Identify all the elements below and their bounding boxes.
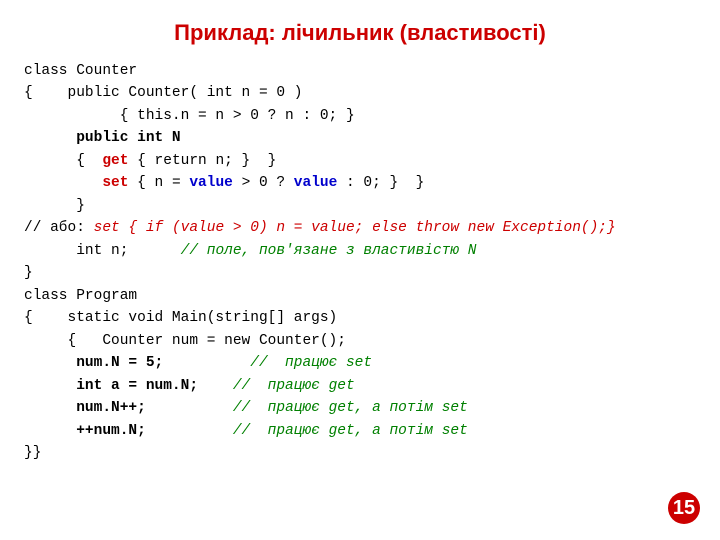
page-number: 15 xyxy=(668,492,700,524)
code-line: { get { return n; } } xyxy=(24,150,696,172)
code-line: } xyxy=(24,262,696,284)
code-token: class Program xyxy=(24,285,137,307)
code-token: // працює get xyxy=(198,375,355,397)
code-token: } xyxy=(24,262,33,284)
code-line: { public Counter( int n = 0 ) xyxy=(24,82,696,104)
code-line: { this.n = n > 0 ? n : 0; } xyxy=(24,105,696,127)
code-token xyxy=(24,420,76,442)
code-token: set xyxy=(102,172,128,194)
code-token: int n; xyxy=(24,240,181,262)
code-token xyxy=(24,352,76,374)
slide-title: Приклад: лічильник (властивості) xyxy=(24,20,696,46)
code-token: > 0 ? xyxy=(233,172,294,194)
code-token: set xyxy=(94,217,120,239)
code-line: num.N = 5; // працює set xyxy=(24,352,696,374)
code-token: // xyxy=(181,240,198,262)
code-line: public int N xyxy=(24,127,696,149)
code-token: { this.n = n > 0 ? n : 0; } xyxy=(24,105,355,127)
code-token: }} xyxy=(24,442,41,464)
code-token: поле, пов'язане з властивістю N xyxy=(198,240,476,262)
code-token: { public Counter( int n = 0 ) xyxy=(24,82,302,104)
code-token: num.N = 5; xyxy=(76,352,163,374)
code-token: : 0; } xyxy=(337,172,398,194)
code-line: { static void Main(string[] args) xyxy=(24,307,696,329)
code-token: ++num.N; xyxy=(76,420,146,442)
code-token: // або: xyxy=(24,217,94,239)
code-token xyxy=(24,172,102,194)
code-line: } xyxy=(24,195,696,217)
code-token: } xyxy=(24,195,85,217)
code-token: { return n; } xyxy=(128,150,250,172)
code-line: ++num.N; // працює get, а потім set xyxy=(24,420,696,442)
code-token: { if (value > 0) n = value; else throw n… xyxy=(120,217,616,239)
code-token xyxy=(24,397,76,419)
code-token: { xyxy=(24,150,102,172)
code-line: num.N++; // працює get, а потім set xyxy=(24,397,696,419)
code-token: class Counter xyxy=(24,60,137,82)
code-token: // працює set xyxy=(163,352,372,374)
code-token: } xyxy=(250,150,276,172)
code-token: // працює get, а потім set xyxy=(146,420,468,442)
code-token xyxy=(24,127,76,149)
code-area: class Counter{ public Counter( int n = 0… xyxy=(24,60,696,464)
code-token: value xyxy=(189,172,233,194)
slide: Приклад: лічильник (властивості) class C… xyxy=(0,0,720,540)
code-token: } xyxy=(398,172,424,194)
code-line: int n; // поле, пов'язане з властивістю … xyxy=(24,240,696,262)
code-token: get xyxy=(102,150,128,172)
code-token: { static void Main(string[] args) xyxy=(24,307,337,329)
code-token: public int N xyxy=(76,127,180,149)
code-line: }} xyxy=(24,442,696,464)
code-token: // працює get, а потім set xyxy=(146,397,468,419)
code-token: int a = num.N; xyxy=(76,375,198,397)
code-token xyxy=(24,375,76,397)
code-line: class Program xyxy=(24,285,696,307)
code-line: // або: set { if (value > 0) n = value; … xyxy=(24,217,696,239)
code-line: int a = num.N; // працює get xyxy=(24,375,696,397)
code-token: { Counter num = new Counter(); xyxy=(24,330,346,352)
code-token: num.N++; xyxy=(76,397,146,419)
code-token: { n = xyxy=(128,172,189,194)
code-line: class Counter xyxy=(24,60,696,82)
code-token: value xyxy=(294,172,338,194)
code-line: { Counter num = new Counter(); xyxy=(24,330,696,352)
code-line: set { n = value > 0 ? value : 0; } } xyxy=(24,172,696,194)
